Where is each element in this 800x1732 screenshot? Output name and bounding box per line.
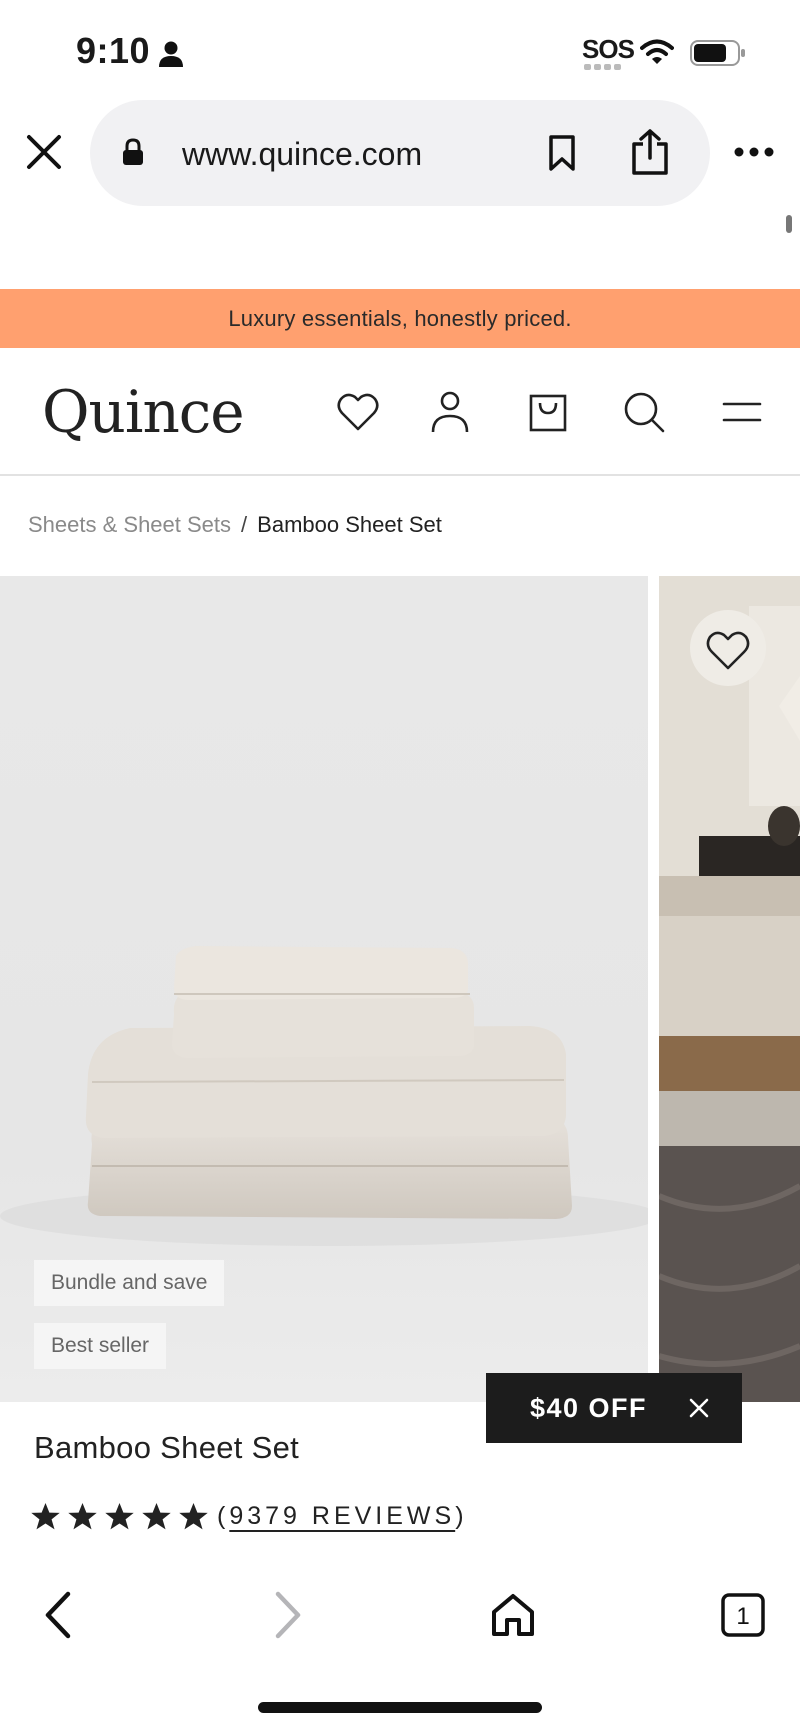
heart-icon (706, 631, 750, 670)
forward-icon[interactable] (262, 1590, 312, 1640)
breadcrumb: Sheets & Sheet Sets / Bamboo Sheet Set (28, 512, 442, 538)
star-icon (179, 1502, 208, 1529)
bag-icon[interactable] (526, 390, 570, 434)
reviews-link[interactable]: 9379 REVIEWS (229, 1502, 455, 1530)
more-icon[interactable] (734, 146, 774, 158)
signal-dots-icon (584, 64, 621, 70)
product-image-main[interactable]: Bundle and save Best seller (0, 576, 660, 1402)
share-icon[interactable] (630, 128, 670, 176)
home-icon[interactable] (488, 1590, 538, 1640)
tab-count: 1 (736, 1603, 749, 1630)
bedroom-scene-image (659, 576, 800, 1402)
site-header: Quince (0, 348, 800, 476)
home-indicator[interactable] (258, 1702, 542, 1713)
promo-badge[interactable]: $40 OFF (486, 1373, 742, 1443)
close-icon[interactable] (24, 132, 64, 172)
star-icon (142, 1502, 171, 1529)
tabs-button[interactable]: 1 (718, 1590, 768, 1640)
breadcrumb-separator: / (241, 512, 248, 537)
page-scrollbar[interactable] (786, 215, 792, 233)
promo-label: $40 OFF (530, 1392, 648, 1423)
star-icon (105, 1502, 134, 1529)
close-icon[interactable] (688, 1397, 710, 1419)
star-icon (68, 1502, 97, 1529)
search-icon[interactable] (622, 390, 666, 434)
battery-icon (690, 40, 745, 66)
product-image-next[interactable] (659, 576, 800, 1402)
rating-stars (30, 1501, 209, 1532)
announcement-bar: Luxury essentials, honestly priced. (0, 289, 800, 348)
reviews-open-paren: ( (217, 1501, 230, 1530)
breadcrumb-link-sheets[interactable]: Sheets & Sheet Sets (28, 512, 231, 538)
heart-icon[interactable] (336, 390, 380, 434)
back-icon[interactable] (34, 1590, 84, 1640)
address-bar[interactable]: www.quince.com (90, 100, 710, 206)
star-icon (31, 1502, 60, 1529)
person-icon (159, 41, 183, 67)
account-icon[interactable] (428, 390, 472, 434)
tag-best-seller: Best seller (34, 1323, 167, 1369)
product-title: Bamboo Sheet Set (34, 1430, 300, 1465)
browser-address-row: www.quince.com (0, 100, 800, 210)
reviews-wrapper: (9379 REVIEWS) (217, 1502, 468, 1531)
wifi-icon (640, 39, 674, 64)
url-text: www.quince.com (182, 136, 423, 172)
browser-toolbar: 1 (0, 1570, 800, 1660)
product-gallery[interactable]: Bundle and save Best seller (0, 576, 800, 1402)
reviews-close-paren: ) (455, 1501, 468, 1530)
quince-logo[interactable]: Quince (42, 378, 245, 446)
breadcrumb-current: Bamboo Sheet Set (257, 512, 442, 537)
wishlist-button[interactable] (690, 610, 766, 686)
status-time: 9:10 (76, 30, 151, 71)
sos-indicator: SOS (582, 34, 635, 64)
lock-icon (123, 138, 143, 165)
tabs-icon: 1 (721, 1593, 765, 1637)
status-bar: 9:10 SOS (0, 0, 800, 100)
announcement-text: Luxury essentials, honestly priced. (228, 305, 572, 331)
product-rating: (9379 REVIEWS) (30, 1496, 468, 1536)
tag-bundle: Bundle and save (34, 1260, 225, 1306)
bookmark-icon[interactable] (548, 134, 576, 172)
menu-icon[interactable] (720, 390, 764, 434)
